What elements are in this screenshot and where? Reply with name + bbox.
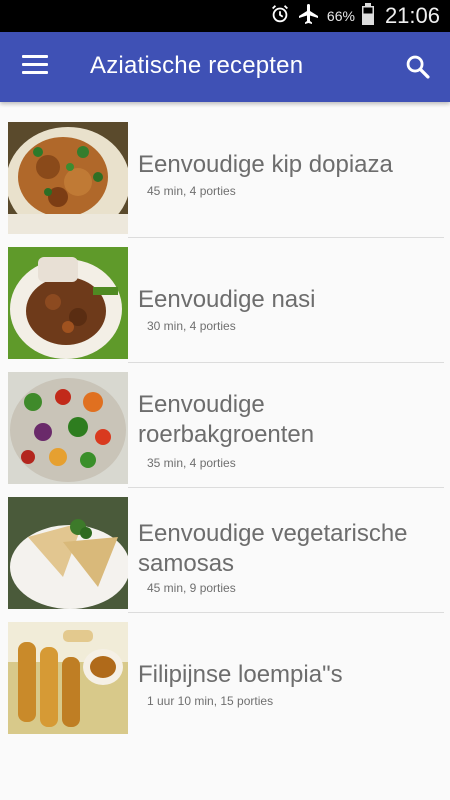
divider	[128, 237, 444, 238]
recipe-thumbnail-roerbakgroenten	[8, 372, 128, 484]
recipe-meta: 45 min, 9 porties	[147, 581, 236, 595]
divider	[128, 487, 444, 488]
clock: 21:06	[384, 3, 440, 28]
recipe-meta: 35 min, 4 porties	[147, 456, 236, 470]
recipe-thumbnail-nasi	[8, 247, 128, 359]
recipe-title: Eenvoudige kip dopiaza	[138, 151, 393, 178]
divider	[128, 612, 444, 613]
alarm-icon	[269, 3, 291, 30]
recipe-title: Eenvoudige roerbakgroenten	[138, 391, 315, 448]
status-bar: 66% 21:06	[0, 0, 450, 32]
recipe-title: Eenvoudige vegetarische samosas	[138, 520, 408, 577]
recipe-meta: 45 min, 4 porties	[147, 184, 236, 198]
recipe-list: Eenvoudige kip dopiaza 45 min, 4 porties…	[0, 122, 450, 747]
battery-icon	[361, 2, 375, 30]
recipe-item[interactable]: Eenvoudige roerbakgroenten 35 min, 4 por…	[0, 372, 450, 497]
status-icons: 66% 21:06	[269, 0, 440, 32]
recipe-thumbnail-loempias	[8, 622, 128, 734]
search-icon[interactable]	[404, 53, 432, 81]
recipe-item[interactable]: Eenvoudige vegetarische samosas 45 min, …	[0, 497, 450, 622]
recipe-meta: 30 min, 4 porties	[147, 319, 236, 333]
recipe-thumbnail-samosas	[8, 497, 128, 609]
recipe-item[interactable]: Filipijnse loempia"s 1 uur 10 min, 15 po…	[0, 622, 450, 747]
airplane-mode-icon	[297, 2, 321, 31]
recipe-meta: 1 uur 10 min, 15 porties	[147, 694, 274, 708]
app-bar: Aziatische recepten	[0, 32, 450, 102]
recipe-item[interactable]: Eenvoudige kip dopiaza 45 min, 4 porties	[0, 122, 450, 247]
divider	[128, 362, 444, 363]
recipe-title: Eenvoudige nasi	[138, 286, 316, 313]
recipe-thumbnail-kip-dopiaza	[8, 122, 128, 234]
hamburger-menu-icon[interactable]	[22, 55, 48, 79]
recipe-title: Filipijnse loempia"s	[138, 661, 343, 688]
recipe-item[interactable]: Eenvoudige nasi 30 min, 4 porties	[0, 247, 450, 372]
battery-percent: 66%	[326, 8, 355, 24]
page-title: Aziatische recepten	[90, 52, 304, 79]
